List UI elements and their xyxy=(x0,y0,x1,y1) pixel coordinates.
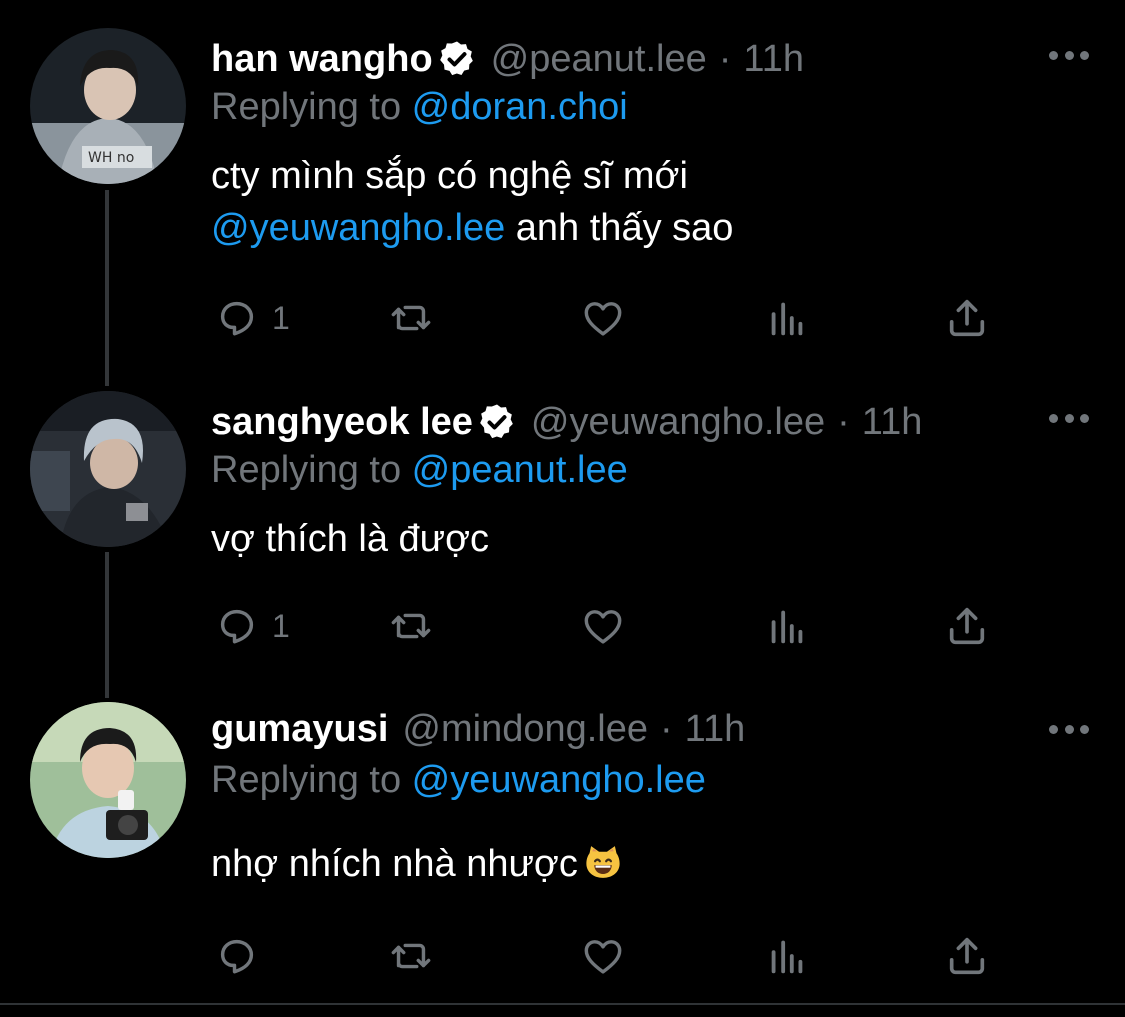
separator-dot: · xyxy=(837,401,850,443)
like-button[interactable] xyxy=(580,290,626,346)
separator-dot: · xyxy=(660,708,673,750)
replying-label: Replying to xyxy=(211,759,412,801)
thread-connector xyxy=(105,190,109,386)
replying-to-mention[interactable]: @doran.choi xyxy=(412,86,628,128)
heart-icon xyxy=(584,940,622,974)
views-button[interactable] xyxy=(764,598,810,654)
avatar[interactable]: WH no xyxy=(30,28,186,184)
timestamp[interactable]: 11h xyxy=(743,36,804,82)
replying-to: Replying to @yeuwangho.lee xyxy=(211,757,706,803)
reply-icon xyxy=(220,609,254,644)
reply-button[interactable]: 1 xyxy=(214,598,290,654)
heart-icon xyxy=(584,302,622,336)
reply-button[interactable]: 1 xyxy=(214,290,290,346)
tweet-text-content: nhợ nhích nhà nhược xyxy=(211,843,578,885)
views-icon xyxy=(771,610,803,644)
views-button[interactable] xyxy=(764,928,810,984)
user-handle[interactable]: @peanut.lee xyxy=(491,36,707,82)
retweet-icon xyxy=(391,613,431,639)
text-mention[interactable]: @yeuwangho.lee xyxy=(211,207,505,249)
action-bar: 1 xyxy=(0,598,1125,654)
avatar[interactable] xyxy=(30,702,186,858)
reply-count: 1 xyxy=(272,607,290,644)
like-button[interactable] xyxy=(580,928,626,984)
user-handle[interactable]: @mindong.lee xyxy=(402,706,648,752)
display-name[interactable]: sanghyeok lee xyxy=(211,399,473,445)
display-name[interactable]: han wangho xyxy=(211,36,433,82)
views-button[interactable] xyxy=(764,290,810,346)
tweet[interactable]: WH no han wangho @peanut.lee · 11h Reply… xyxy=(0,0,1125,386)
verified-badge-icon xyxy=(477,402,517,442)
like-button[interactable] xyxy=(580,598,626,654)
separator-dot: · xyxy=(718,38,732,80)
share-icon xyxy=(949,937,985,975)
more-icon[interactable] xyxy=(1049,411,1089,425)
replying-to: Replying to @doran.choi xyxy=(211,84,628,130)
timestamp[interactable]: 11h xyxy=(862,399,923,445)
replying-to-mention[interactable]: @peanut.lee xyxy=(412,449,628,491)
more-icon[interactable] xyxy=(1049,48,1089,62)
views-icon xyxy=(771,940,803,974)
replying-to-mention[interactable]: @yeuwangho.lee xyxy=(412,759,706,801)
share-button[interactable] xyxy=(944,598,990,654)
tweet-text-line: cty mình sắp có nghệ sĩ mới xyxy=(211,155,688,197)
retweet-icon xyxy=(391,305,431,331)
verified-badge-icon xyxy=(437,39,477,79)
tweet-header: gumayusi @mindong.lee · 11h xyxy=(211,706,1025,752)
heart-icon xyxy=(584,610,622,644)
reply-icon xyxy=(220,301,254,336)
retweet-icon xyxy=(391,943,431,969)
share-icon xyxy=(949,299,985,337)
divider xyxy=(0,1003,1125,1005)
replying-to: Replying to @peanut.lee xyxy=(211,447,628,493)
retweet-button[interactable] xyxy=(388,598,434,654)
tweet-header: han wangho @peanut.lee · 11h xyxy=(211,36,1025,82)
tweet[interactable]: gumayusi @mindong.lee · 11h Replying to … xyxy=(0,698,1125,1003)
tweet-text: cty mình sắp có nghệ sĩ mới @yeuwangho.l… xyxy=(211,150,1065,254)
svg-text:WH no: WH no xyxy=(88,150,134,166)
timestamp[interactable]: 11h xyxy=(685,706,746,752)
grinning-cat-emoji-icon xyxy=(584,843,622,881)
tweet-text: nhợ nhích nhà nhược xyxy=(211,838,1065,890)
action-bar xyxy=(0,928,1125,984)
share-icon xyxy=(949,607,985,645)
action-bar: 1 xyxy=(0,290,1125,346)
tweet-text-rest: anh thấy sao xyxy=(505,207,734,249)
share-button[interactable] xyxy=(944,928,990,984)
reply-count: 1 xyxy=(272,299,290,336)
avatar[interactable] xyxy=(30,391,186,547)
tweet-text: vợ thích là được xyxy=(211,518,490,560)
tweet[interactable]: sanghyeok lee @yeuwangho.lee · 11h Reply… xyxy=(0,386,1125,698)
reply-button[interactable] xyxy=(214,928,272,984)
retweet-button[interactable] xyxy=(388,290,434,346)
tweet-header: sanghyeok lee @yeuwangho.lee · 11h xyxy=(211,399,1025,445)
more-icon[interactable] xyxy=(1049,722,1089,736)
replying-label: Replying to xyxy=(211,449,412,491)
display-name[interactable]: gumayusi xyxy=(211,706,388,752)
user-handle[interactable]: @yeuwangho.lee xyxy=(531,399,825,445)
replying-label: Replying to xyxy=(211,86,412,128)
views-icon xyxy=(771,302,803,336)
share-button[interactable] xyxy=(944,290,990,346)
reply-icon xyxy=(220,939,254,974)
retweet-button[interactable] xyxy=(388,928,434,984)
reply-thread: WH no han wangho @peanut.lee · 11h Reply… xyxy=(0,0,1125,1017)
